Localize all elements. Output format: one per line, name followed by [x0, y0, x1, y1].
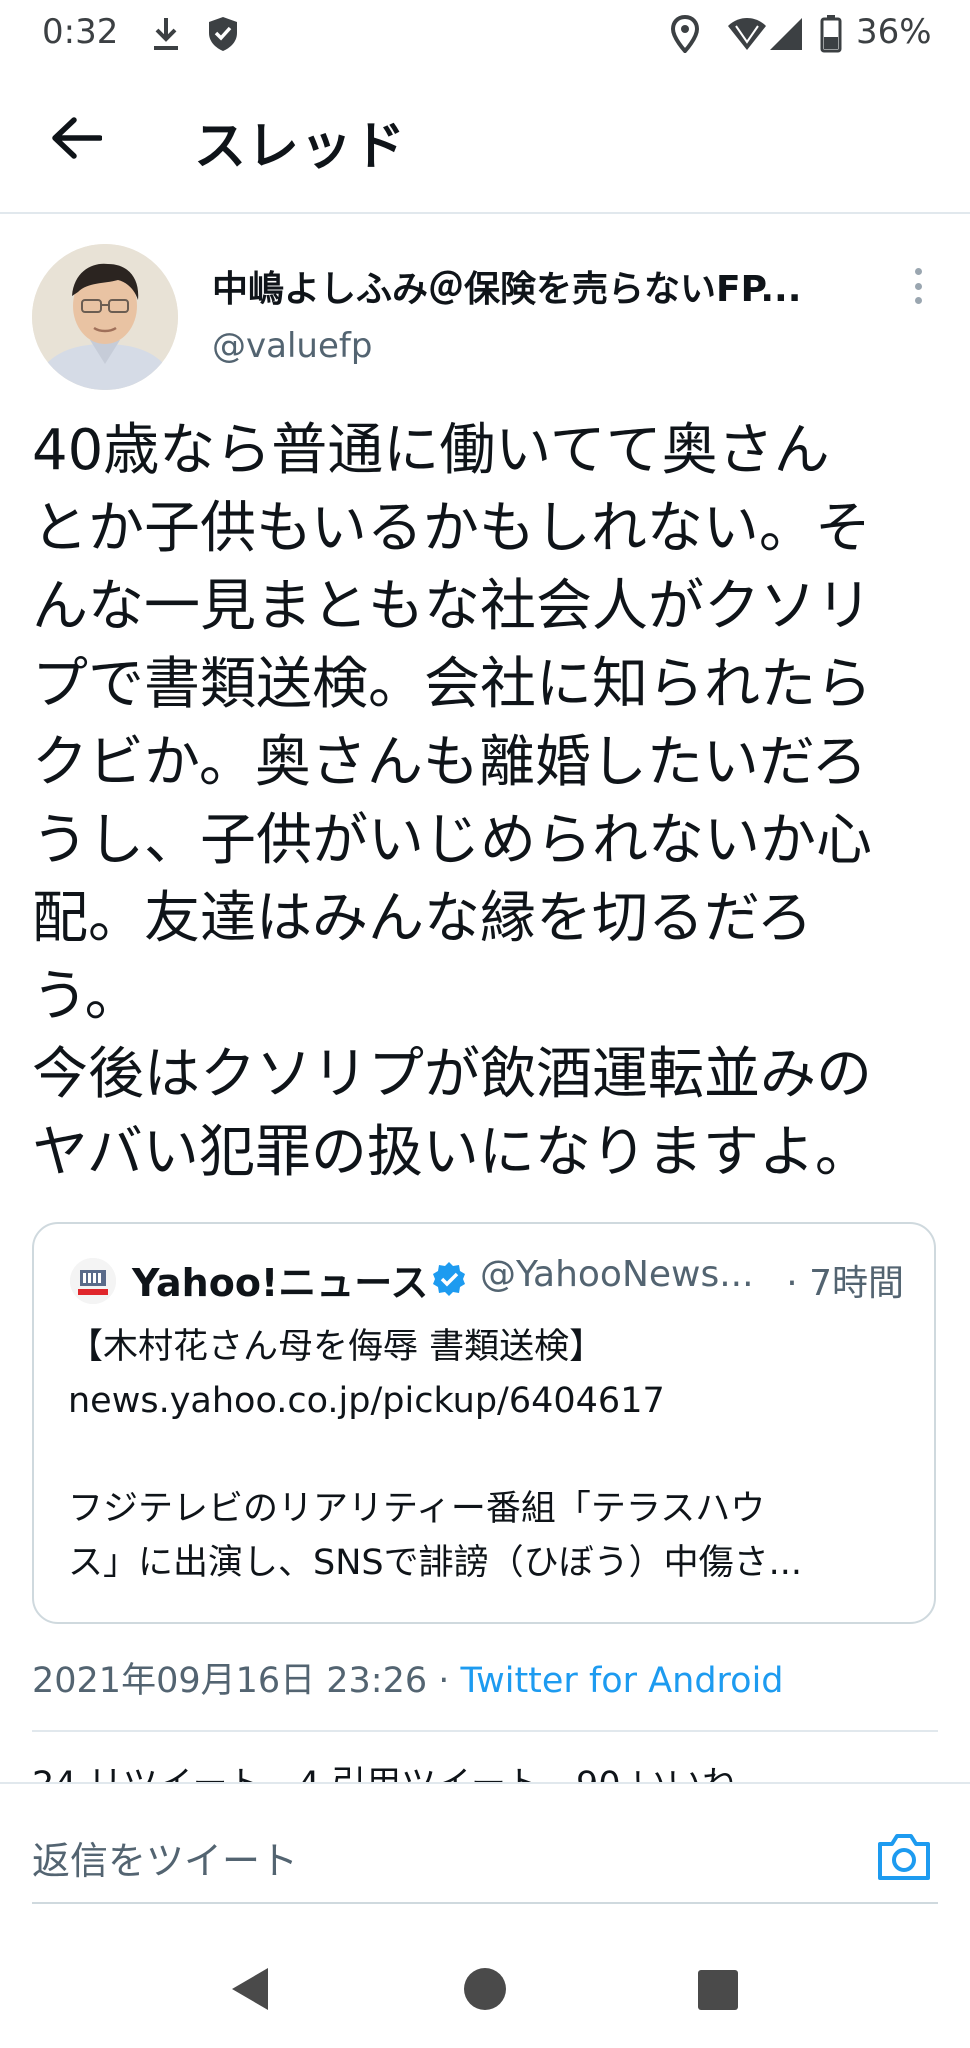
tweet-stats[interactable]: 24 リツイート 4 引用ツイート 90 いいね: [32, 1760, 938, 1782]
author-handle[interactable]: @valuefp: [212, 326, 372, 366]
tweet-text: 40歳なら普通に働いてて奥さん とか子供もいるかもしれない。そ んな一見まともな…: [32, 412, 932, 1192]
tweet-line: プで書類送検。会社に知られたら: [32, 652, 872, 717]
shield-icon: [206, 14, 240, 54]
reply-bar: 返信をツイート: [0, 1782, 970, 1906]
app-header: スレッド: [0, 66, 970, 214]
location-icon: [670, 14, 700, 54]
tweet-line: とか子供もいるかもしれない。そ: [32, 496, 871, 561]
battery-percentage: 36%: [856, 12, 932, 52]
divider: [32, 1730, 938, 1732]
tweet-meta: 2021年09月16日 23:26 · Twitter for Android: [32, 1652, 784, 1703]
reply-input[interactable]: 返信をツイート: [32, 1830, 298, 1885]
tweet-line: 今後はクソリプが飲酒運転並みの: [32, 1042, 872, 1107]
tweet-line: 配。友達はみんな縁を切るだろ: [32, 886, 813, 951]
tweet-line: んな一見まともな社会人がクソリ: [32, 574, 872, 639]
author-name[interactable]: 中嶋よしふみ＠保険を売らないFP...: [212, 260, 801, 312]
status-bar: 0:32 36%: [0, 0, 970, 66]
system-nav-bar: [0, 1920, 970, 2048]
more-dot-icon: [914, 282, 922, 290]
arrow-left-icon: [52, 117, 102, 159]
nav-back-icon[interactable]: [228, 1966, 272, 2012]
avatar[interactable]: [32, 244, 178, 390]
camera-icon: [878, 1834, 930, 1880]
divider: [32, 1902, 938, 1904]
signal-icon: [768, 14, 804, 54]
quoted-timestamp: · 7時間: [786, 1263, 904, 1304]
nav-home-icon[interactable]: [464, 1968, 506, 2010]
tweet-stats-text: 24 リツイート 4 引用ツイート 90 いいね: [32, 1760, 938, 1782]
quoted-author-handle: @YahooNews...: [480, 1254, 754, 1295]
more-options-button[interactable]: [900, 262, 936, 310]
quoted-text-line: フジテレビのリアリティー番組「テラスハウ: [68, 1489, 766, 1529]
tweet-line: 40歳なら普通に働いてて奥さん: [32, 418, 830, 483]
quoted-text-line: 【木村花さん母を侮辱 書類送検】: [68, 1327, 605, 1367]
quoted-text-line: ス」に出演し、SNSで誹謗（ひぼう）中傷さ...: [68, 1543, 802, 1583]
tweet-line: うし、子供がいじめられないか心: [32, 808, 872, 873]
tweet-line: クビか。奥さんも離婚したいだろ: [32, 730, 868, 795]
quoted-tweet-card[interactable]: Yahoo!ニュース @YahooNews... · 7時間 【木村花さん母を侮…: [32, 1222, 936, 1624]
page-title: スレッド: [194, 117, 407, 177]
tweet-line: う。: [32, 964, 141, 1029]
wifi-icon: [726, 14, 768, 54]
download-icon: [150, 14, 182, 54]
back-button[interactable]: [44, 106, 108, 170]
camera-button[interactable]: [874, 1828, 934, 1884]
quoted-link: news.yahoo.co.jp/pickup/6404617: [68, 1381, 665, 1421]
nav-recents-icon[interactable]: [698, 1970, 738, 2010]
more-dot-icon: [914, 297, 922, 304]
yahoo-news-logo-icon: [70, 1258, 116, 1304]
tweet-client-link[interactable]: Twitter for Android: [461, 1661, 784, 1701]
status-time: 0:32: [42, 12, 119, 52]
more-dot-icon: [914, 268, 922, 275]
battery-icon: [820, 14, 842, 54]
tweet-datetime: 2021年09月16日 23:26 ·: [32, 1661, 461, 1701]
verified-badge-icon: [430, 1260, 468, 1298]
quoted-author-name: Yahoo!ニュース: [132, 1261, 429, 1305]
quoted-tweet-text: 【木村花さん母を侮辱 書類送検】 news.yahoo.co.jp/pickup…: [68, 1320, 908, 1590]
tweet-line: ヤバい犯罪の扱いになりますよ。: [32, 1120, 871, 1185]
